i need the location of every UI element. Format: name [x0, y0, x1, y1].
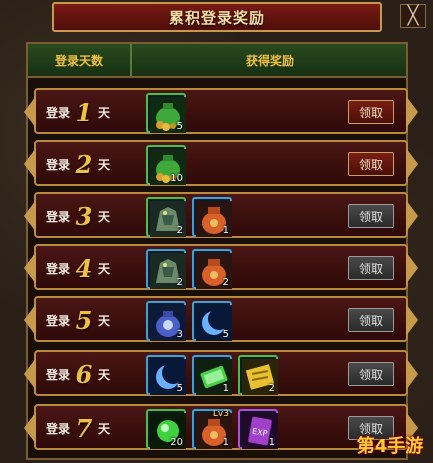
- table-header: 登录天数 获得奖励: [28, 44, 406, 78]
- claim-button[interactable]: 领取: [348, 100, 394, 124]
- day-number: 5: [75, 305, 93, 335]
- row-right-ornament: [406, 252, 418, 284]
- item-quantity: 1: [268, 437, 275, 448]
- day-word: 天: [98, 261, 111, 276]
- claim-button[interactable]: 领取: [348, 204, 394, 228]
- green-orb-icon[interactable]: 20: [146, 409, 186, 449]
- item-quantity: 1: [222, 383, 229, 394]
- item-quantity: 2: [222, 277, 229, 288]
- reward-items: 21: [146, 197, 232, 237]
- day-word: 天: [98, 421, 111, 436]
- mount-icon[interactable]: 2: [146, 249, 186, 289]
- day-number: 4: [75, 253, 93, 283]
- crescent-icon[interactable]: 5: [192, 301, 232, 341]
- reward-row: 登录 4 天 2 2 领取: [24, 244, 418, 290]
- item-quantity: 1: [222, 225, 229, 236]
- day-number: 2: [75, 149, 93, 179]
- reward-items: 22: [146, 249, 232, 289]
- day-word: 天: [98, 209, 111, 224]
- day-label: 登录 3 天: [46, 201, 111, 231]
- item-quantity: 2: [176, 225, 183, 236]
- header-rewards: 获得奖励: [245, 53, 294, 68]
- row-right-ornament: [406, 148, 418, 180]
- reward-row: 登录 2 天 10 领取: [24, 140, 418, 186]
- day-label: 登录 5 天: [46, 305, 111, 335]
- row-left-ornament: [24, 358, 36, 390]
- reward-row: 登录 5 天 3 5 领取: [24, 296, 418, 342]
- row-left-ornament: [24, 304, 36, 336]
- day-label: 登录 1 天: [46, 97, 111, 127]
- login-word: 登录: [46, 105, 71, 120]
- orb-bag-icon[interactable]: 3: [146, 301, 186, 341]
- day-word: 天: [98, 313, 111, 328]
- row-right-ornament: [406, 96, 418, 128]
- reward-row: 登录 6 天 5 1 2 领取: [24, 350, 418, 396]
- row-left-ornament: [24, 148, 36, 180]
- money-bag-icon[interactable]: 10: [146, 145, 186, 185]
- day-label: 登录 7 天: [46, 413, 111, 443]
- close-button[interactable]: ╳: [400, 4, 426, 28]
- item-level: Lv3: [212, 409, 229, 419]
- scroll-icon[interactable]: 2: [238, 355, 278, 395]
- day-label: 登录 4 天: [46, 253, 111, 283]
- row-right-ornament: [406, 200, 418, 232]
- item-quantity: 20: [170, 437, 183, 448]
- row-left-ornament: [24, 96, 36, 128]
- reward-items: 20 Lv3 1 EXP 1: [146, 409, 278, 449]
- day-label: 登录 2 天: [46, 149, 111, 179]
- item-quantity: 3: [176, 329, 183, 340]
- window-title-bar: 累积登录奖励: [52, 2, 382, 32]
- exp-card-icon[interactable]: EXP 1: [238, 409, 278, 449]
- item-quantity: 5: [222, 329, 229, 340]
- reward-items: 10: [146, 145, 186, 185]
- login-word: 登录: [46, 313, 71, 328]
- day-word: 天: [98, 105, 111, 120]
- pouch-icon[interactable]: 2: [192, 249, 232, 289]
- header-days: 登录天数: [28, 44, 132, 76]
- day-number: 6: [75, 359, 93, 389]
- day-word: 天: [98, 367, 111, 382]
- mount-icon[interactable]: 2: [146, 197, 186, 237]
- reward-items: 35: [146, 301, 232, 341]
- crescent-icon[interactable]: 5: [146, 355, 186, 395]
- item-quantity: 1: [222, 437, 229, 448]
- pouch-icon[interactable]: 1: [192, 197, 232, 237]
- reward-row: 登录 3 天 2 1 领取: [24, 192, 418, 238]
- money-bag-icon[interactable]: 5: [146, 93, 186, 133]
- day-number: 7: [75, 413, 93, 443]
- row-left-ornament: [24, 200, 36, 232]
- item-quantity: 2: [268, 383, 275, 394]
- claim-button[interactable]: 领取: [348, 152, 394, 176]
- day-word: 天: [98, 157, 111, 172]
- battery-icon[interactable]: 1: [192, 355, 232, 395]
- item-quantity: 10: [170, 173, 183, 184]
- login-word: 登录: [46, 209, 71, 224]
- claim-button[interactable]: 领取: [348, 256, 394, 280]
- reward-row: 登录 1 天 5 领取: [24, 88, 418, 134]
- login-word: 登录: [46, 421, 71, 436]
- day-number: 3: [75, 201, 93, 231]
- item-quantity: 2: [176, 277, 183, 288]
- day-label: 登录 6 天: [46, 359, 111, 389]
- row-left-ornament: [24, 412, 36, 444]
- item-quantity: 5: [176, 121, 183, 132]
- item-quantity: 5: [176, 383, 183, 394]
- site-watermark: 第4手游: [356, 436, 424, 457]
- pouch-icon[interactable]: Lv3 1: [192, 409, 232, 449]
- reward-items: 5 1 2: [146, 355, 278, 395]
- login-word: 登录: [46, 261, 71, 276]
- login-word: 登录: [46, 367, 71, 382]
- row-left-ornament: [24, 252, 36, 284]
- row-right-ornament: [406, 358, 418, 390]
- claim-button[interactable]: 领取: [348, 308, 394, 332]
- window-title: 累积登录奖励: [168, 8, 265, 27]
- claim-button[interactable]: 领取: [348, 362, 394, 386]
- reward-items: 5: [146, 93, 186, 133]
- login-word: 登录: [46, 157, 71, 172]
- row-right-ornament: [406, 304, 418, 336]
- day-number: 1: [75, 97, 93, 127]
